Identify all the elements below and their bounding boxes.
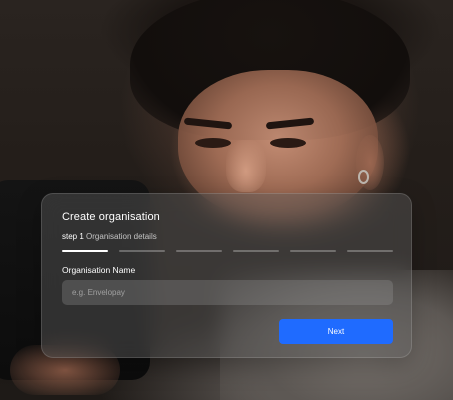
step-progress-bar xyxy=(62,250,393,252)
progress-segment-1 xyxy=(62,250,108,252)
progress-segment-6 xyxy=(347,250,393,252)
step-indicator: step 1 Organisation details xyxy=(62,232,157,241)
card-title: Create organisation xyxy=(62,211,160,223)
progress-segment-2 xyxy=(119,250,165,252)
photo-eye-left xyxy=(195,138,231,148)
photo-earring xyxy=(358,170,369,184)
progress-segment-4 xyxy=(233,250,279,252)
organisation-name-label: Organisation Name xyxy=(62,265,136,275)
create-organisation-card: Create organisation step 1 Organisation … xyxy=(41,193,412,358)
step-name: Organisation details xyxy=(86,232,157,241)
progress-segment-5 xyxy=(290,250,336,252)
step-number: step 1 xyxy=(62,232,84,241)
next-button[interactable]: Next xyxy=(279,319,393,344)
photo-eye-right xyxy=(270,138,306,148)
photo-nose xyxy=(226,140,266,192)
organisation-name-input[interactable] xyxy=(62,280,393,305)
progress-segment-3 xyxy=(176,250,222,252)
